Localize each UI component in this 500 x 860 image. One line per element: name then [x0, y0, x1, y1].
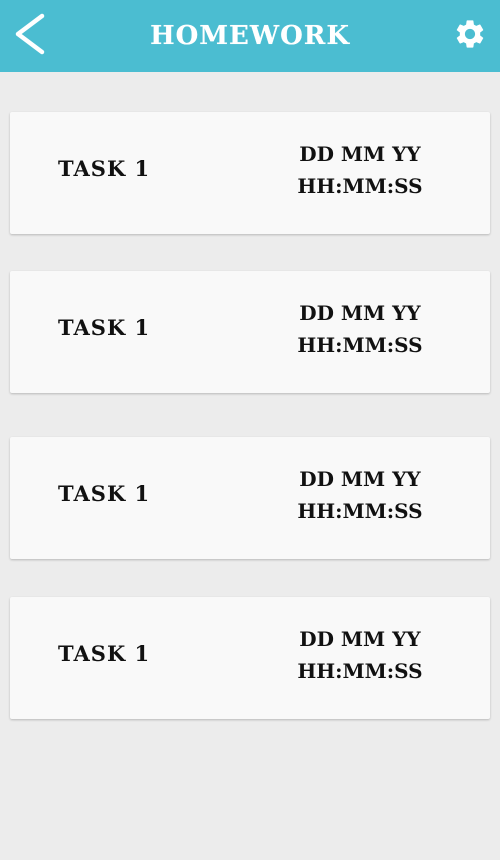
task-time: HH:MM:SS	[297, 499, 423, 523]
task-card[interactable]: TASK 1 DD MM YY HH:MM:SS	[10, 437, 490, 559]
page-title: HOMEWORK	[150, 21, 350, 51]
settings-button[interactable]	[448, 12, 492, 56]
task-card[interactable]: TASK 1 DD MM YY HH:MM:SS	[10, 597, 490, 719]
task-name: TASK 1	[58, 481, 151, 506]
task-date: DD MM YY	[299, 467, 421, 491]
gear-icon	[456, 20, 484, 48]
homework-screen: HOMEWORK TASK 1 DD MM YY HH:MM:SS TASK 1…	[0, 0, 500, 860]
task-card[interactable]: TASK 1 DD MM YY HH:MM:SS	[10, 271, 490, 393]
task-name: TASK 1	[58, 641, 151, 666]
top-app-bar: HOMEWORK	[0, 0, 500, 72]
task-date: DD MM YY	[299, 301, 421, 325]
task-name: TASK 1	[58, 315, 151, 340]
task-date: DD MM YY	[299, 142, 421, 166]
task-name: TASK 1	[58, 156, 151, 181]
task-card[interactable]: TASK 1 DD MM YY HH:MM:SS	[10, 112, 490, 234]
task-time: HH:MM:SS	[297, 174, 423, 198]
task-time: HH:MM:SS	[297, 659, 423, 683]
task-time: HH:MM:SS	[297, 333, 423, 357]
task-date: DD MM YY	[299, 627, 421, 651]
